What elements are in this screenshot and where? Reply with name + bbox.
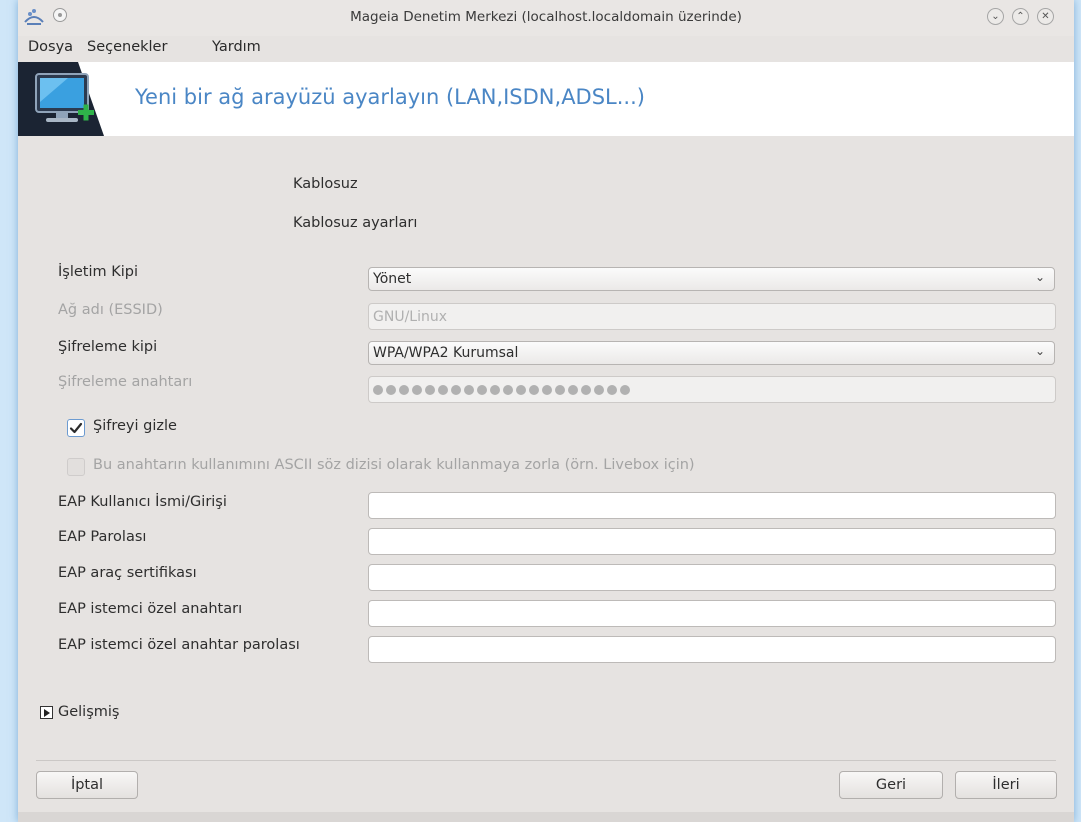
header-banner: Yeni bir ağ arayüzü ayarlayın (LAN,ISDN,… <box>18 62 1074 136</box>
password-dot <box>386 385 396 395</box>
force-ascii-label: Bu anahtarın kullanımını ASCII söz dizis… <box>93 457 695 473</box>
menu-dosya[interactable]: Dosya <box>28 39 73 55</box>
chevron-down-icon: ⌄ <box>1034 344 1045 358</box>
cancel-button[interactable]: İptal <box>36 771 138 799</box>
password-dot <box>581 385 591 395</box>
window-title: Mageia Denetim Merkezi (localhost.locald… <box>350 9 742 25</box>
operation-mode-value: Yönet <box>373 271 412 287</box>
button-separator <box>36 760 1056 761</box>
hide-password-label: Şifreyi gizle <box>93 418 177 434</box>
password-dot <box>555 385 565 395</box>
operation-mode-combo[interactable]: Yönet ⌄ <box>368 267 1055 291</box>
password-dot <box>568 385 578 395</box>
hide-password-checkbox[interactable] <box>67 419 85 437</box>
password-dot <box>529 385 539 395</box>
bottom-edge <box>18 812 1074 822</box>
encryption-mode-value: WPA/WPA2 Kurumsal <box>373 345 519 361</box>
eap-password-field[interactable] <box>368 528 1056 555</box>
banner-icon-area <box>18 62 122 136</box>
password-dot <box>438 385 448 395</box>
encryption-key-field[interactable] <box>368 376 1056 403</box>
eap-certificate-field[interactable] <box>368 564 1056 591</box>
eap-certificate-label: EAP araç sertifikası <box>58 565 197 581</box>
network-monitor-add-icon <box>35 62 122 136</box>
menu-secenekler[interactable]: Seçenekler <box>87 39 167 55</box>
menu-bar: Dosya Seçenekler Yardım <box>18 36 1074 62</box>
encryption-key-label: Şifreleme anahtarı <box>58 374 193 390</box>
password-dot <box>490 385 500 395</box>
encryption-mode-label: Şifreleme kipi <box>58 339 158 355</box>
next-button[interactable]: İleri <box>955 771 1057 799</box>
password-dot <box>373 385 383 395</box>
checkmark-icon <box>69 422 83 434</box>
close-button[interactable]: ✕ <box>1037 8 1054 25</box>
chevron-down-icon: ⌄ <box>1034 270 1045 284</box>
advanced-label: Gelişmiş <box>58 704 120 720</box>
title-bar: Mageia Denetim Merkezi (localhost.locald… <box>18 0 1074 36</box>
eap-private-key-password-label: EAP istemci özel anahtar parolası <box>58 637 300 653</box>
expand-arrow-icon <box>40 706 53 719</box>
password-dot <box>425 385 435 395</box>
eap-username-label: EAP Kullanıcı İsmi/Girişi <box>58 494 227 510</box>
force-ascii-checkbox[interactable] <box>67 458 85 476</box>
page-title: Yeni bir ağ arayüzü ayarlayın (LAN,ISDN,… <box>135 85 645 109</box>
eap-private-key-field[interactable] <box>368 600 1056 627</box>
eap-username-field[interactable] <box>368 492 1056 519</box>
password-dot <box>464 385 474 395</box>
password-dot <box>607 385 617 395</box>
password-dot <box>542 385 552 395</box>
back-button[interactable]: Geri <box>839 771 943 799</box>
minimize-button[interactable]: ⌄ <box>987 8 1004 25</box>
eap-private-key-password-field[interactable] <box>368 636 1056 663</box>
essid-field[interactable]: GNU/Linux <box>368 303 1056 330</box>
password-dot <box>620 385 630 395</box>
password-dot <box>399 385 409 395</box>
password-dot <box>477 385 487 395</box>
masked-password-dots <box>373 385 630 395</box>
essid-value: GNU/Linux <box>373 309 448 325</box>
section-heading-wireless: Kablosuz <box>293 176 358 192</box>
password-dot <box>412 385 422 395</box>
main-window: Mageia Denetim Merkezi (localhost.locald… <box>18 0 1074 822</box>
password-dot <box>503 385 513 395</box>
section-heading-wireless-settings: Kablosuz ayarları <box>293 215 418 231</box>
password-dot <box>594 385 604 395</box>
password-dot <box>451 385 461 395</box>
encryption-mode-combo[interactable]: WPA/WPA2 Kurumsal ⌄ <box>368 341 1055 365</box>
operation-mode-label: İşletim Kipi <box>58 264 138 280</box>
menu-yardim[interactable]: Yardım <box>212 39 261 55</box>
eap-password-label: EAP Parolası <box>58 529 147 545</box>
maximize-button[interactable]: ⌃ <box>1012 8 1029 25</box>
essid-label: Ağ adı (ESSID) <box>58 302 163 318</box>
password-dot <box>516 385 526 395</box>
eap-private-key-label: EAP istemci özel anahtarı <box>58 601 243 617</box>
